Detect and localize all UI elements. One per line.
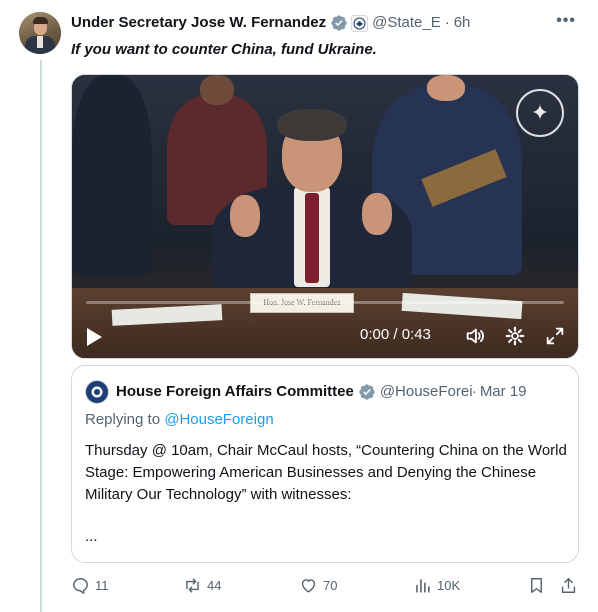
like-count: 70 [323, 578, 338, 593]
verified-badge-icon [331, 15, 347, 31]
tweet-actions: 11 44 70 10K [71, 576, 581, 600]
repost-icon [186, 578, 199, 593]
quoted-verified-badge-icon [359, 384, 375, 400]
separator-dot: · [444, 14, 450, 31]
quoted-tweet-date[interactable]: Mar 19 [480, 382, 527, 402]
author-handle[interactable]: @State_E [372, 13, 441, 33]
video-background-person-left [72, 75, 152, 275]
repost-button[interactable]: 44 [183, 576, 221, 595]
reply-count: 11 [95, 578, 109, 593]
bookmark-button[interactable] [527, 576, 551, 595]
quoted-author-handle[interactable]: @HouseForeign [380, 382, 472, 402]
views-button[interactable]: 10K [413, 576, 460, 595]
quoted-tweet-text: Thursday @ 10am, Chair McCaul hosts, “Co… [85, 442, 567, 503]
reply-icon [73, 578, 88, 594]
replying-prefix: Replying to [85, 411, 165, 428]
thread-line [40, 60, 42, 612]
volume-icon[interactable] [464, 325, 486, 347]
video-background-head-red [200, 75, 234, 105]
play-icon[interactable] [87, 328, 102, 346]
repost-count: 44 [207, 578, 222, 593]
tweet-time[interactable]: 6h [454, 13, 471, 33]
quoted-tweet[interactable]: House Foreign Affairs Committee @HouseFo… [71, 365, 579, 563]
more-options-icon[interactable]: ••• [556, 12, 576, 30]
video-time: 0:00 / 0:43 [360, 326, 431, 343]
video-speaker-tie [305, 193, 319, 283]
like-button[interactable]: 70 [299, 576, 337, 595]
video-controls: 0:00 / 0:43 [72, 312, 578, 358]
share-icon [561, 578, 576, 593]
video-speaker-hand-left [230, 195, 260, 237]
reply-button[interactable]: 11 [71, 576, 109, 595]
replying-to: Replying to @HouseForeign [85, 410, 274, 430]
tweet-text: If you want to counter China, fund Ukrai… [71, 41, 377, 58]
video-progress-bar[interactable] [86, 301, 564, 304]
video-player[interactable]: Hon. Jose W. Fernandez ✦ 0:00 / 0:43 [71, 74, 579, 359]
fullscreen-icon[interactable] [544, 325, 566, 347]
quoted-author-avatar[interactable] [85, 380, 109, 404]
tweet-header: Under Secretary Jose W. Fernandez @State… [71, 13, 470, 33]
author-name[interactable]: Under Secretary Jose W. Fernandez [71, 13, 326, 33]
author-avatar[interactable] [19, 12, 61, 54]
share-button[interactable] [559, 576, 583, 595]
quoted-tweet-header: House Foreign Affairs Committee @HouseFo… [116, 382, 568, 402]
video-speaker-hand-right [362, 193, 392, 235]
state-department-seal-icon: ✦ [516, 89, 564, 137]
settings-icon[interactable] [504, 325, 526, 347]
video-background-head-right [427, 75, 465, 101]
quoted-separator-dot: · [471, 383, 477, 400]
quoted-tweet-ellipsis: ... [85, 528, 98, 545]
replying-to-handle[interactable]: @HouseForeign [164, 411, 273, 428]
views-chart-icon [416, 579, 430, 593]
bookmark-icon [531, 578, 542, 593]
government-seal-icon [351, 14, 369, 32]
video-speaker-hair [277, 109, 347, 141]
heart-icon [301, 579, 316, 593]
quoted-author-name[interactable]: House Foreign Affairs Committee [116, 382, 354, 402]
view-count: 10K [437, 578, 461, 593]
